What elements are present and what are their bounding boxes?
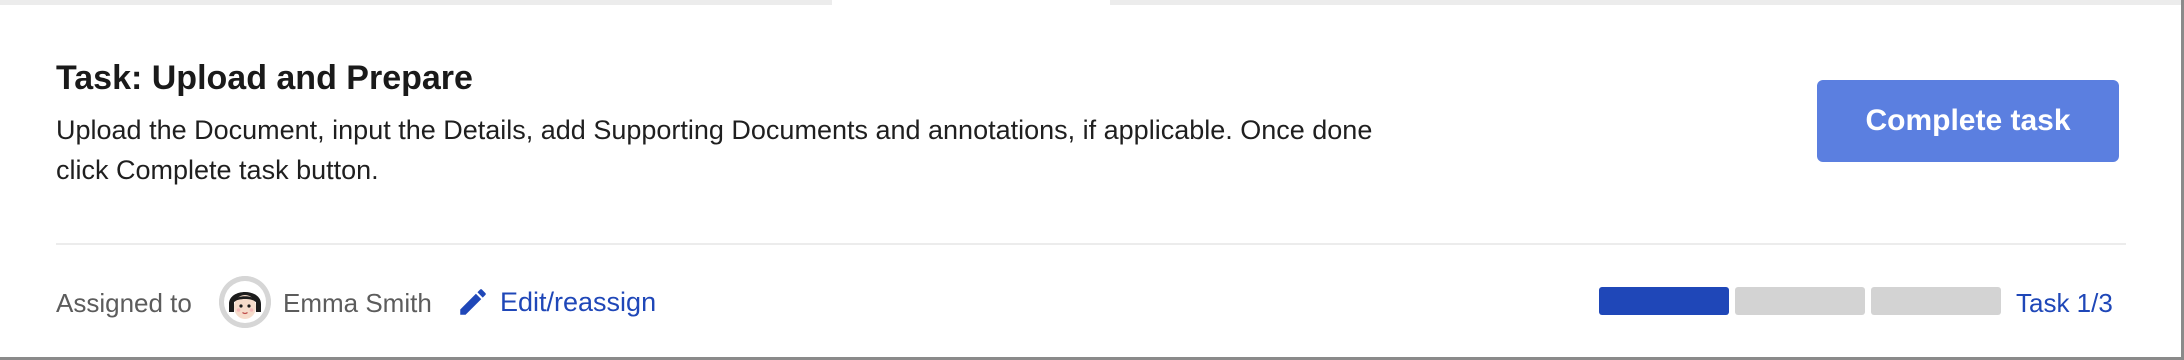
assignee-name: Emma Smith [283, 288, 432, 318]
task-title: Task: Upload and Prepare [56, 59, 473, 97]
progress-step-1 [1599, 287, 1729, 315]
progress-step-3 [1871, 287, 2001, 315]
edit-reassign-link[interactable]: Edit/reassign [456, 280, 656, 324]
divider [56, 243, 2126, 245]
edit-reassign-label: Edit/reassign [500, 287, 657, 317]
pencil-icon [460, 289, 486, 315]
task-footer: Assigned to Emma Smith Edit/reassign Tas… [56, 270, 2126, 334]
progress-step-2 [1735, 287, 1865, 315]
avatar-illustration [219, 276, 271, 328]
complete-task-button[interactable]: Complete task [1817, 80, 2119, 162]
task-description: Upload the Document, input the Details, … [56, 115, 1373, 185]
task-progress-label[interactable]: Task 1/3 [2016, 286, 2113, 320]
user-avatar-icon [219, 276, 271, 328]
assigned-to-label: Assigned to [56, 288, 192, 318]
task-progress-bar [1599, 287, 2005, 315]
task-card: Task: Upload and Prepare Upload the Docu… [56, 0, 2126, 357]
